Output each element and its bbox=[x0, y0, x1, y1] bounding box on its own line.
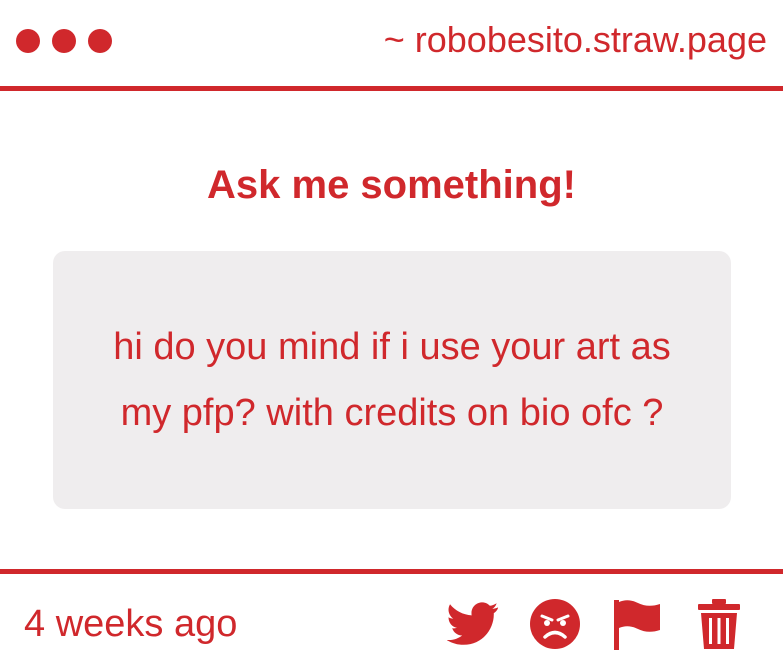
delete-button[interactable] bbox=[693, 598, 745, 650]
site-address[interactable]: ~ robobesito.straw.page bbox=[384, 18, 767, 62]
question-card: hi do you mind if i use your art as my p… bbox=[53, 251, 731, 509]
window-dot bbox=[16, 29, 40, 53]
flag-icon bbox=[614, 600, 660, 650]
window-dot bbox=[88, 29, 112, 53]
page-title: Ask me something! bbox=[207, 163, 576, 207]
window-dot bbox=[52, 29, 76, 53]
report-button[interactable] bbox=[611, 598, 663, 650]
trash-icon bbox=[698, 599, 740, 649]
angry-face-icon bbox=[530, 599, 580, 649]
footer-divider bbox=[0, 569, 783, 574]
block-button[interactable] bbox=[529, 598, 581, 650]
action-bar bbox=[447, 598, 745, 650]
question-text: hi do you mind if i use your art as my p… bbox=[113, 326, 671, 434]
share-twitter-button[interactable] bbox=[447, 598, 499, 650]
header-divider bbox=[0, 86, 783, 91]
twitter-icon bbox=[447, 602, 499, 645]
window-header: ~ robobesito.straw.page bbox=[0, 0, 783, 86]
timestamp: 4 weeks ago bbox=[24, 603, 238, 645]
window-dots bbox=[16, 29, 112, 53]
